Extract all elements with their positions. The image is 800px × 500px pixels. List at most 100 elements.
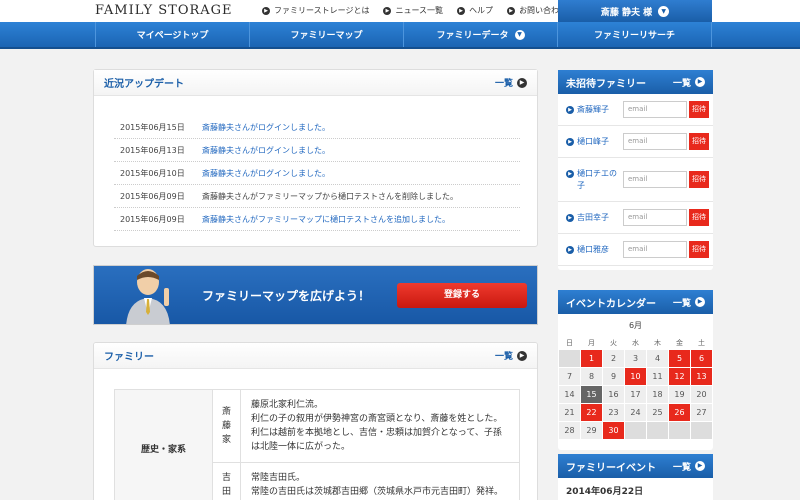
updates-more-link[interactable]: 一覧 ▶ xyxy=(495,76,527,89)
top-bar: FAMILY STORAGE ▶ ファミリーストレージとは ▶ ニュース一覧 ▶ ヘル… xyxy=(0,0,800,22)
top-link-help[interactable]: ▶ ヘルプ xyxy=(457,5,493,16)
invite-button[interactable]: 招待 xyxy=(689,171,709,188)
chevron-right-icon: ▶ xyxy=(457,6,466,15)
invite-button[interactable]: 招待 xyxy=(689,133,709,150)
calendar-day: 3 xyxy=(624,349,647,368)
calendar-day[interactable]: 12 xyxy=(668,367,691,386)
uninvited-title: 未招待ファミリー xyxy=(566,78,646,90)
list-item: ▶ 樋口雅彦 email 招待 xyxy=(558,234,713,266)
calendar-day[interactable]: 1 xyxy=(580,349,603,368)
top-link-about[interactable]: ▶ ファミリーストレージとは xyxy=(262,5,369,16)
calendar-week: 123456 xyxy=(558,349,713,368)
more-label: 一覧 xyxy=(672,78,691,89)
chevron-right-icon: ▶ xyxy=(517,350,527,361)
update-text[interactable]: 斎藤静夫さんがファミリーマップに樋口テストさんを追加しました。 xyxy=(202,214,450,225)
weekday-label: 金 xyxy=(668,335,691,350)
member-link[interactable]: ▶ 樋口雅彦 xyxy=(566,244,623,256)
calendar-week: 28 29 30 xyxy=(558,421,713,440)
calendar-month: 6月 xyxy=(628,321,643,330)
calendar-day: 14 xyxy=(558,385,581,404)
list-item: ▶ 樋口チエの子 email 招待 xyxy=(558,158,713,202)
calendar-empty-cell xyxy=(558,349,581,368)
update-text[interactable]: 斎藤静夫さんがログインしました。 xyxy=(202,145,330,156)
list-item: ▶ 樋口峰子 email 招待 xyxy=(558,126,713,158)
user-menu[interactable]: 斎藤 静夫 様 ▼ xyxy=(558,0,712,22)
update-text[interactable]: 斎藤静夫さんがログインしました。 xyxy=(202,122,330,133)
invite-button[interactable]: 招待 xyxy=(689,241,709,258)
logo[interactable]: FAMILY STORAGE xyxy=(95,3,233,18)
chevron-right-icon: ▶ xyxy=(695,77,705,87)
more-label: 一覧 xyxy=(494,79,513,89)
calendar-empty-cell xyxy=(690,421,713,440)
email-field[interactable]: email xyxy=(623,101,687,118)
desc-line: 常陸の吉田氏は茨城郡吉田郷（茨城県水戸市元吉田町）発祥。 xyxy=(251,487,504,497)
top-link-label: ファミリーストレージとは xyxy=(274,6,370,15)
desc-line: 利仁の子の叙用が伊勢神宮の斎宮頭となり、斎藤を姓とした。 xyxy=(251,414,503,424)
nav-label: ファミリーリサーチ xyxy=(593,31,675,41)
events-more-link[interactable]: 一覧 ▶ xyxy=(673,460,705,473)
invite-button[interactable]: 招待 xyxy=(689,101,709,118)
calendar-day[interactable]: 6 xyxy=(690,349,713,368)
weekday-label: 木 xyxy=(646,335,669,350)
uninvited-more-link[interactable]: 一覧 ▶ xyxy=(673,76,705,89)
calendar-day[interactable]: 22 xyxy=(580,403,603,422)
calendar-day[interactable]: 26 xyxy=(668,403,691,422)
calendar-day[interactable]: 10 xyxy=(624,367,647,386)
clan-name-text: 吉田 xyxy=(221,473,231,497)
list-item: 2015年06月10日 斎藤静夫さんがログインしました。 xyxy=(114,162,520,185)
email-field[interactable]: email xyxy=(623,241,687,258)
family-title: ファミリー xyxy=(104,352,154,363)
desc-line: 藤原北家利仁流。 xyxy=(251,400,324,410)
event-date: 2014年06月22日 xyxy=(566,487,644,497)
calendar-week: 7 8 9 10 11 12 13 xyxy=(558,367,713,386)
calendar-header: イベントカレンダー 一覧 ▶ xyxy=(558,290,713,314)
register-button[interactable]: 登録する xyxy=(397,283,527,308)
clan-name: 斎藤家 xyxy=(212,389,241,463)
calendar-day[interactable]: 30 xyxy=(602,421,625,440)
email-field[interactable]: email xyxy=(623,171,687,188)
member-link[interactable]: ▶ 樋口チエの子 xyxy=(566,168,623,192)
calendar-day: 24 xyxy=(624,403,647,422)
nav-label: ファミリーデータ xyxy=(436,31,509,41)
email-field[interactable]: email xyxy=(623,209,687,226)
uninvited-header: 未招待ファミリー 一覧 ▶ xyxy=(558,70,713,94)
invite-button[interactable]: 招待 xyxy=(689,209,709,226)
weekday-label: 水 xyxy=(624,335,647,350)
chevron-right-icon: ▶ xyxy=(566,169,574,178)
user-name: 斎藤 静夫 様 xyxy=(600,7,653,18)
member-name: 斎藤輝子 xyxy=(577,104,609,114)
list-item: ▶ 斎藤輝子 email 招待 xyxy=(558,94,713,126)
calendar-day[interactable]: 13 xyxy=(690,367,713,386)
calendar-panel: イベントカレンダー 一覧 ▶ 6月 日月火水木金土 1 2 3 4 5 6 7 8 9 10 11 12… xyxy=(558,290,713,450)
nav-family-map[interactable]: ファミリーマップ xyxy=(250,22,404,47)
calendar-day: 16 xyxy=(602,385,625,404)
top-link-news[interactable]: ▶ ニュース一覧 xyxy=(383,5,443,16)
update-date: 2015年06月10日 xyxy=(120,168,185,178)
top-link-label: ヘルプ xyxy=(469,6,494,15)
update-text[interactable]: 斎藤静夫さんがログインしました。 xyxy=(202,168,330,179)
nav-family-data[interactable]: ファミリーデータ ▼ xyxy=(404,22,558,47)
updates-list: 2015年06月15日 斎藤静夫さんがログインしました。 2015年06月13日斎… xyxy=(114,116,520,231)
member-name: 樋口雅彦 xyxy=(577,244,609,254)
nav-mypage[interactable]: マイページトップ xyxy=(95,22,250,47)
calendar-day[interactable]: 5 xyxy=(668,349,691,368)
member-link[interactable]: ▶ 斎藤輝子 xyxy=(566,104,623,116)
calendar-day: 8 xyxy=(580,367,603,386)
calendar-more-link[interactable]: 一覧 ▶ xyxy=(673,296,705,309)
calendar-empty-cell xyxy=(624,421,647,440)
chevron-right-icon: ▶ xyxy=(383,6,392,15)
chevron-right-icon: ▶ xyxy=(262,6,270,15)
chevron-right-icon: ▶ xyxy=(695,461,705,471)
member-link[interactable]: ▶ 吉田幸子 xyxy=(566,212,623,224)
calendar-day: 4 xyxy=(646,349,669,368)
member-link[interactable]: ▶ 樋口峰子 xyxy=(566,136,623,148)
email-field[interactable]: email xyxy=(623,133,687,150)
calendar-day: 21 xyxy=(558,403,581,422)
chevron-right-icon: ▶ xyxy=(566,137,574,146)
family-more-link[interactable]: 一覧 ▶ xyxy=(495,349,527,362)
update-date: 2015年06月13日 xyxy=(120,145,185,155)
nav-label: マイページトップ xyxy=(136,31,209,41)
nav-family-research[interactable]: ファミリーリサーチ xyxy=(558,22,712,47)
updates-header: 近況アップデート 一覧 ▶ xyxy=(94,70,537,96)
desc-line: 常陸吉田氏。 xyxy=(251,473,306,483)
